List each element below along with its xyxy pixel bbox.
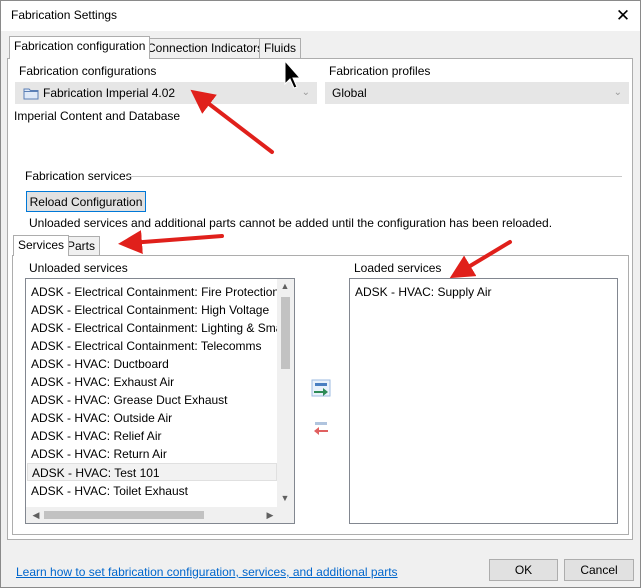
- scroll-right-icon[interactable]: ▶: [262, 510, 278, 521]
- ok-button[interactable]: OK: [489, 559, 558, 581]
- configurations-label: Fabrication configurations: [19, 64, 157, 78]
- window-title: Fabrication Settings: [11, 8, 118, 22]
- horizontal-scrollbar[interactable]: ◀ ▶: [26, 507, 294, 523]
- list-item[interactable]: ADSK - HVAC: Relief Air: [27, 427, 277, 445]
- list-item[interactable]: ADSK - HVAC: Exhaust Air: [27, 373, 277, 391]
- list-item[interactable]: ADSK - HVAC: Return Air: [27, 445, 277, 463]
- tab-label: Parts: [67, 239, 96, 253]
- cancel-button[interactable]: Cancel: [564, 559, 634, 581]
- unloaded-services-label: Unloaded services: [29, 261, 128, 275]
- tab-connection-indicators[interactable]: Connection Indicators: [142, 38, 269, 59]
- close-button[interactable]: ✕: [606, 1, 640, 31]
- chevron-down-icon: ⌄: [613, 87, 622, 98]
- fabrication-settings-dialog: Fabrication Settings ✕ Fabrication confi…: [0, 0, 641, 588]
- list-item[interactable]: ADSK - HVAC: Outside Air: [27, 409, 277, 427]
- unloaded-services-list[interactable]: ADSK - Electrical Containment: Fire Prot…: [25, 278, 295, 524]
- tab-label: Services: [18, 238, 65, 252]
- list-item[interactable]: ADSK - Electrical Containment: Telecomms: [27, 337, 277, 355]
- profiles-label: Fabrication profiles: [329, 64, 431, 78]
- list-item[interactable]: ADSK - HVAC: Supply Air: [351, 283, 611, 301]
- list-item[interactable]: ADSK - HVAC: Grease Duct Exhaust: [27, 391, 277, 409]
- tab-fluids[interactable]: Fluids: [259, 38, 302, 59]
- loaded-services-list[interactable]: ADSK - HVAC: Supply Air: [349, 278, 618, 524]
- move-right-icon: [311, 379, 331, 397]
- help-link[interactable]: Learn how to set fabrication configurati…: [16, 565, 398, 579]
- list-item[interactable]: ADSK - HVAC: Toilet Exhaust: [27, 482, 277, 500]
- tab-label: Fluids: [264, 41, 297, 55]
- scrollbar-thumb[interactable]: [281, 297, 290, 369]
- tab-label: Connection Indicators: [147, 41, 264, 55]
- list-item[interactable]: ADSK - Electrical Containment: High Volt…: [27, 301, 277, 319]
- list-item[interactable]: ADSK - Electrical Containment: Lighting …: [27, 319, 277, 337]
- content-description: Imperial Content and Database: [14, 109, 181, 123]
- reload-configuration-button[interactable]: Reload Configuration: [26, 191, 146, 212]
- configuration-select[interactable]: Fabrication Imperial 4.02 ⌄: [15, 82, 317, 104]
- button-label: OK: [514, 563, 533, 577]
- folder-icon: [23, 88, 39, 100]
- scroll-up-icon[interactable]: ▲: [277, 281, 293, 291]
- section-divider: [126, 176, 622, 177]
- chevron-down-icon: ⌄: [301, 87, 310, 98]
- tab-label: Fabrication configuration: [14, 39, 146, 53]
- close-icon: ✕: [615, 6, 631, 25]
- profile-value: Global: [332, 86, 367, 100]
- move-left-icon: [314, 422, 328, 435]
- scrollbar-thumb[interactable]: [44, 511, 204, 519]
- button-label: Reload Configuration: [29, 195, 143, 209]
- reload-notice: Unloaded services and additional parts c…: [29, 216, 553, 230]
- scroll-down-icon[interactable]: ▼: [277, 493, 293, 503]
- profile-select[interactable]: Global ⌄: [325, 82, 629, 104]
- list-item[interactable]: ADSK - Electrical Containment: Fire Prot…: [27, 283, 277, 301]
- vertical-scrollbar[interactable]: ▲ ▼: [277, 279, 294, 507]
- remove-service-button[interactable]: [310, 418, 332, 440]
- tab-fabrication-configuration[interactable]: Fabrication configuration: [9, 36, 151, 59]
- subtab-services[interactable]: Services: [13, 235, 70, 256]
- list-item[interactable]: ADSK - HVAC: Ductboard: [27, 355, 277, 373]
- button-label: Cancel: [580, 563, 618, 577]
- add-service-button[interactable]: [310, 377, 332, 399]
- configuration-value: Fabrication Imperial 4.02: [43, 86, 176, 100]
- list-item-selected[interactable]: ADSK - HVAC: Test 101: [27, 463, 277, 481]
- scroll-left-icon[interactable]: ◀: [28, 510, 44, 521]
- title-bar: Fabrication Settings ✕: [1, 1, 640, 31]
- services-section-label: Fabrication services: [25, 169, 132, 183]
- loaded-services-label: Loaded services: [354, 261, 442, 275]
